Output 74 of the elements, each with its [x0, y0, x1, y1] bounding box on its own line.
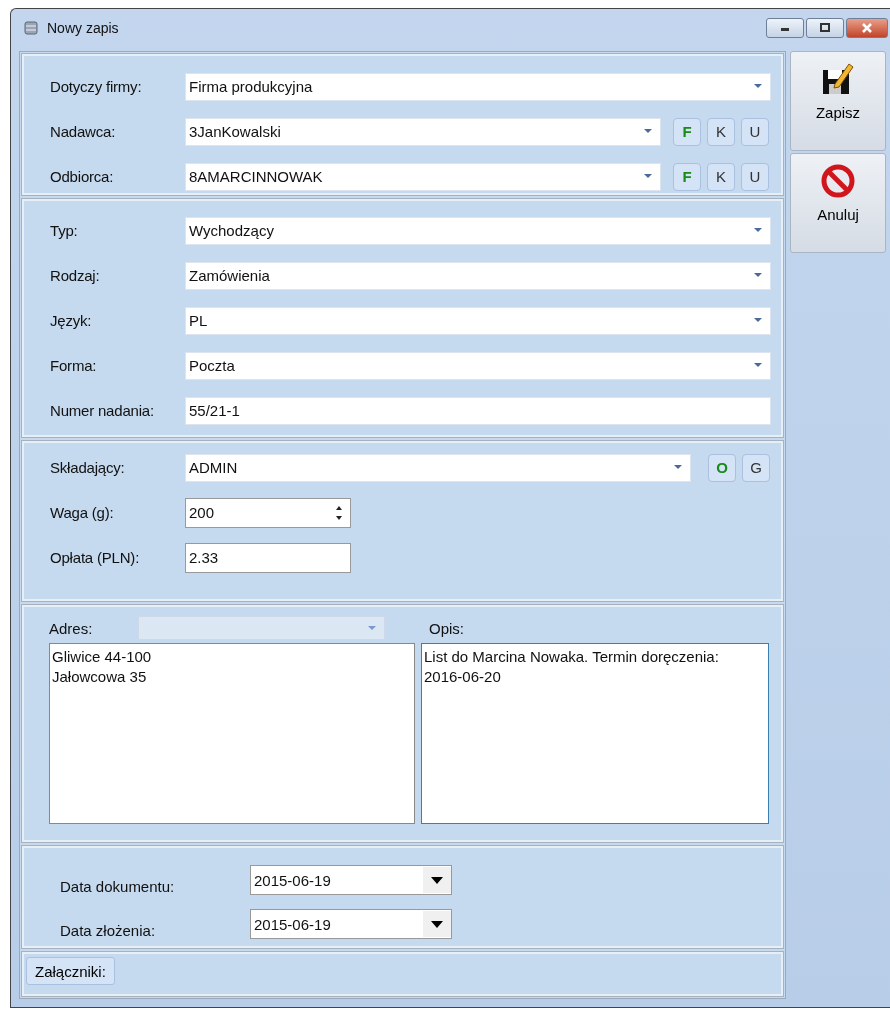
dropdown-arrow-icon: [644, 174, 652, 179]
combo-field[interactable]: Firma produkcyjna: [185, 72, 771, 101]
field-label: Numer nadania:: [50, 402, 155, 419]
letter-button[interactable]: G: [742, 453, 770, 482]
spin-field[interactable]: 200: [185, 497, 351, 528]
date-picker[interactable]: 2015-06-19: [250, 865, 452, 895]
letter-button[interactable]: U: [741, 117, 769, 146]
field-label: Opis:: [429, 619, 464, 637]
address-line: Gliwice 44-100: [52, 647, 153, 667]
dropdown-arrow-icon: [368, 625, 376, 631]
field-value: ADMIN: [189, 459, 239, 476]
field-value: 3JanKowalski: [189, 123, 282, 140]
field-value: 8AMARCINNOWAK: [189, 168, 324, 185]
dropdown-arrow-icon: [754, 363, 762, 368]
field-value: Wychodzący: [189, 222, 275, 239]
combo-field[interactable]: 8AMARCINNOWAK: [185, 162, 661, 191]
window-title: Nowy zapis: [47, 20, 119, 36]
field-label: Rodzaj:: [50, 267, 101, 284]
letter-button[interactable]: K: [707, 117, 735, 146]
text-field[interactable]: 55/21-1: [185, 396, 771, 425]
field-value: 2015-06-19: [254, 915, 332, 933]
dropdown-arrow-icon: [754, 318, 762, 323]
combo-field[interactable]: Poczta: [185, 351, 771, 380]
field-label: Typ:: [50, 222, 79, 239]
toolbar-button[interactable]: Zapisz: [790, 51, 886, 151]
combo-field[interactable]: Wychodzący: [185, 216, 771, 245]
field-value: PL: [189, 312, 209, 329]
field-label: Forma:: [50, 357, 98, 374]
save-icon: [821, 62, 855, 96]
toolbar-button[interactable]: Anuluj: [790, 153, 886, 253]
dropdown-arrow-icon: [431, 876, 443, 884]
field-label: Dotyczy firmy:: [50, 78, 143, 95]
dropdown-arrow-icon: [754, 228, 762, 233]
field-label: Data dokumentu:: [60, 877, 176, 895]
field-label: Waga (g):: [50, 504, 115, 521]
maximize-icon: [819, 23, 831, 33]
address-line: Jałowcowa 35: [52, 667, 148, 687]
field-label: Nadawca:: [50, 123, 117, 140]
text-field[interactable]: 2.33: [185, 542, 351, 573]
close-icon: [861, 23, 873, 33]
field-label: Język:: [50, 312, 93, 329]
dropdown-arrow-icon: [644, 129, 652, 134]
combo-field[interactable]: ADMIN: [185, 453, 691, 482]
dropdown-arrow-icon: [754, 273, 762, 278]
maximize-button[interactable]: [806, 18, 844, 38]
field-value: 2015-06-19: [254, 871, 332, 889]
close-button[interactable]: [846, 18, 888, 38]
letter-button[interactable]: K: [707, 162, 735, 191]
field-label: Adres:: [49, 619, 94, 637]
field-value: 2.33: [189, 549, 220, 566]
combo-field[interactable]: Zamówienia: [185, 261, 771, 290]
field-value: 55/21-1: [189, 402, 241, 419]
combo-field[interactable]: 3JanKowalski: [185, 117, 661, 146]
field-label: Odbiorca:: [50, 168, 115, 185]
dropdown-arrow-icon: [754, 84, 762, 89]
description-textarea[interactable]: List do Marcina Nowaka. Termin doręczenia: 2016-06-20: [421, 643, 769, 824]
minimize-button[interactable]: [766, 18, 804, 38]
no-entry-icon: [821, 164, 855, 198]
dropdown-arrow-icon: [431, 920, 443, 928]
field-label: Data złożenia:: [60, 921, 157, 939]
field-value: Firma produkcyjna: [189, 78, 314, 95]
attachments-tab[interactable]: Załączniki:: [26, 957, 115, 985]
combo-field[interactable]: PL: [185, 306, 771, 335]
date-picker[interactable]: 2015-06-19: [250, 909, 452, 939]
field-label: Składający:: [50, 459, 126, 476]
address-textarea[interactable]: Gliwice 44-100 Jałowcowa 35: [49, 643, 415, 824]
field-value: 200: [189, 504, 216, 521]
app-icon: [23, 20, 39, 36]
field-value: Poczta: [189, 357, 236, 374]
field-value: Zamówienia: [189, 267, 271, 284]
description-text: List do Marcina Nowaka. Termin doręczenia: 2016-06-20: [424, 648, 719, 685]
letter-button[interactable]: U: [741, 162, 769, 191]
dropdown-arrow-icon: [674, 465, 682, 470]
field-label: Opłata (PLN):: [50, 549, 141, 566]
